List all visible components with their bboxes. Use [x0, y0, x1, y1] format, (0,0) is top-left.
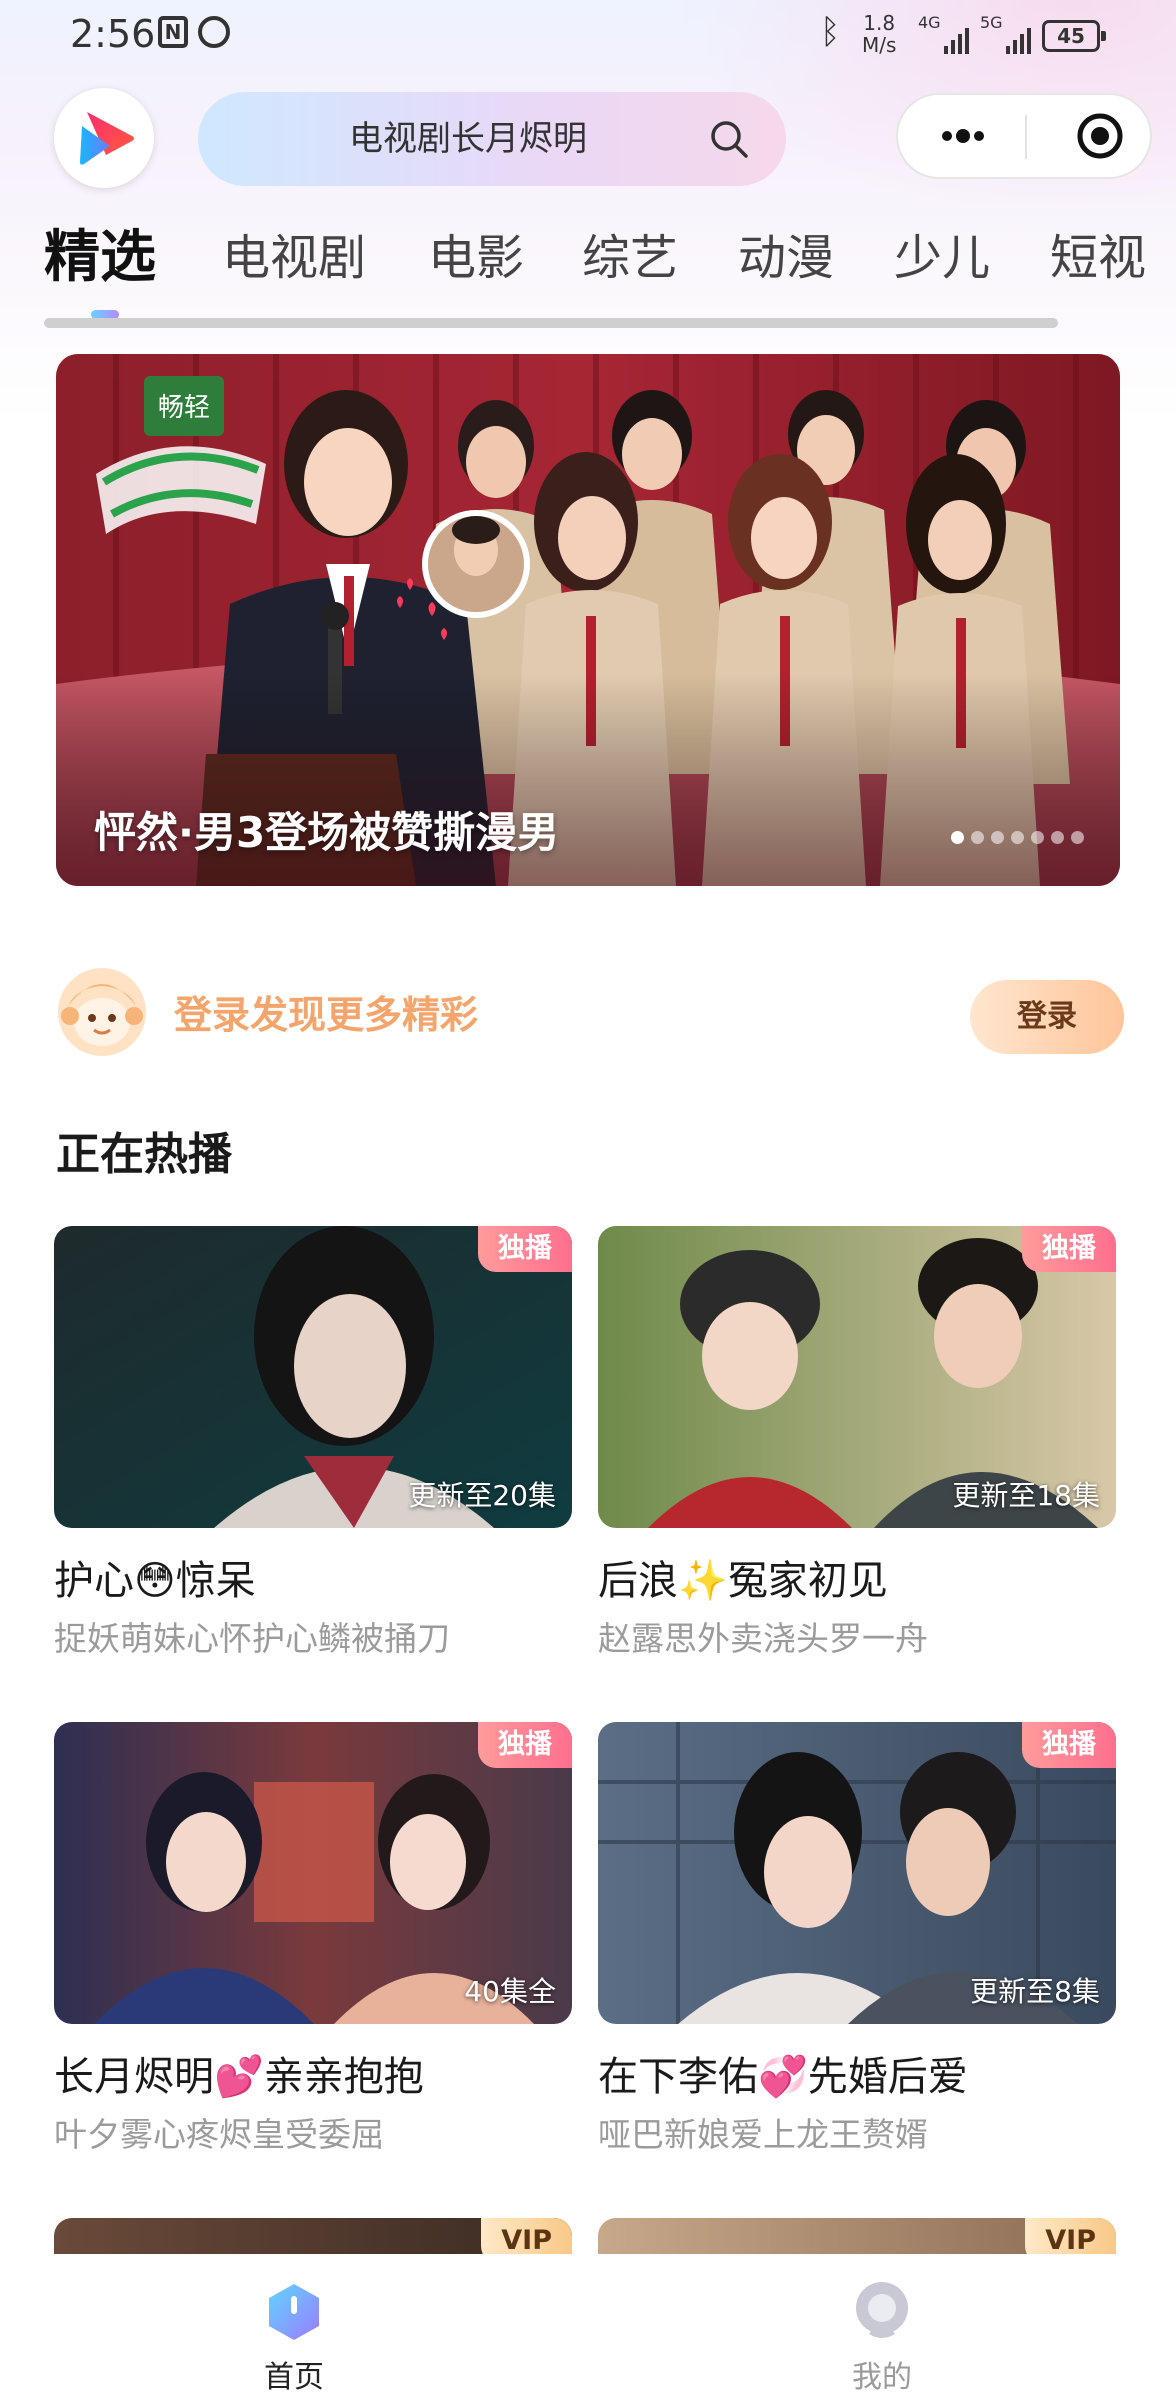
bottom-navigation: 首页 我的: [0, 2254, 1176, 2400]
network-speed-unit: M/s: [862, 33, 897, 57]
banner-title: 怦然·男3登场被赞撕漫男: [94, 808, 560, 857]
battery-icon: 45: [1042, 20, 1106, 52]
more-icon[interactable]: [918, 95, 1008, 177]
play-logo-icon: [80, 112, 134, 165]
network-speed-value: 1.8: [863, 11, 896, 35]
banner-pagination: [951, 831, 1084, 844]
banner-dot[interactable]: [991, 831, 1004, 844]
search-bar[interactable]: 电视剧长月烬明: [198, 92, 786, 186]
signal2-label: 5G: [980, 13, 1003, 32]
episode-status: 更新至18集: [952, 1479, 1100, 1512]
network-speed: 1.8 M/s: [862, 12, 896, 56]
exclusive-badge: 独播: [478, 1722, 572, 1768]
episode-status: 更新至20集: [408, 1479, 556, 1512]
profile-icon: [856, 2282, 908, 2338]
tab-anime[interactable]: 动漫: [738, 218, 834, 288]
tab-featured[interactable]: 精选: [44, 212, 156, 293]
video-title[interactable]: 在下李佑💞先婚后爱: [598, 2044, 968, 2102]
search-icon[interactable]: [708, 118, 750, 160]
nav-home-label: 首页: [264, 2360, 324, 2395]
app-logo[interactable]: [54, 88, 154, 188]
video-title[interactable]: 后浪✨冤家初见: [598, 1548, 888, 1606]
login-button[interactable]: 登录: [970, 980, 1124, 1054]
tab-movies[interactable]: 电影: [428, 218, 524, 288]
video-subtitle: 叶夕雾心疼烬皇受委屈: [54, 2115, 384, 2154]
login-prompt-text: 登录发现更多精彩: [174, 993, 479, 1037]
episode-status: 40集全: [464, 1975, 556, 2008]
capsule-divider: [1025, 115, 1027, 159]
close-target-icon[interactable]: [1060, 95, 1140, 177]
video-title[interactable]: 长月烬明💕亲亲抱抱: [54, 2044, 424, 2102]
login-prompt: 登录发现更多精彩 登录: [56, 966, 1124, 1062]
video-subtitle: 赵露思外卖浇头罗一舟: [598, 1619, 928, 1658]
bluetooth-icon: ᛒ: [820, 12, 841, 52]
video-thumbnail[interactable]: 独播 更新至20集: [54, 1226, 572, 1528]
tab-scrollbar[interactable]: [44, 318, 1058, 328]
video-thumbnail[interactable]: 独播 40集全: [54, 1722, 572, 2024]
banner-dot[interactable]: [951, 831, 964, 844]
exclusive-badge: 独播: [1022, 1722, 1116, 1768]
nav-profile[interactable]: 我的: [812, 2280, 952, 2395]
status-time: 2:56: [70, 12, 156, 56]
episode-status: 更新至8集: [970, 1975, 1100, 2008]
banner-dot[interactable]: [971, 831, 984, 844]
tab-variety[interactable]: 综艺: [582, 218, 678, 288]
video-card[interactable]: VIP: [54, 2218, 572, 2254]
video-subtitle: 捉妖萌妹心怀护心鳞被捅刀: [54, 1619, 450, 1658]
tab-kids[interactable]: 少儿: [894, 218, 990, 288]
video-card[interactable]: VIP: [598, 2218, 1116, 2254]
battery-level: 45: [1057, 24, 1085, 48]
banner-dot[interactable]: [1071, 831, 1084, 844]
hero-banner[interactable]: 畅轻 怦然·男3登场被赞撕漫男: [56, 354, 1120, 886]
video-thumbnail[interactable]: 独播 更新至18集: [598, 1226, 1116, 1528]
tab-tv-series[interactable]: 电视剧: [222, 218, 366, 288]
home-icon: [269, 2284, 319, 2340]
tab-short-video[interactable]: 短视: [1050, 218, 1146, 288]
exclusive-badge: 独播: [1022, 1226, 1116, 1272]
section-title-trending: 正在热播: [56, 1129, 232, 1180]
exclusive-badge: 独播: [478, 1226, 572, 1272]
mascot-avatar-icon: [58, 968, 146, 1056]
alarm-icon: [198, 16, 230, 48]
signal1-label: 4G: [918, 13, 941, 32]
vip-badge: VIP: [1025, 2218, 1116, 2254]
nfc-icon: N: [158, 16, 188, 48]
status-bar: 2:56 N ᛒ 1.8 M/s 4G 5G 45: [0, 0, 1176, 72]
signal-icon-sim2: 5G: [980, 14, 1036, 54]
vip-badge: VIP: [481, 2218, 572, 2254]
banner-dot[interactable]: [1051, 831, 1064, 844]
signal-icon-sim1: 4G: [918, 14, 974, 54]
video-thumbnail[interactable]: 独播 更新至8集: [598, 1722, 1116, 2024]
mini-program-capsule: [896, 93, 1152, 179]
video-thumbnail[interactable]: VIP: [598, 2218, 1116, 2254]
banner-dot[interactable]: [1011, 831, 1024, 844]
video-thumbnail[interactable]: VIP: [54, 2218, 572, 2254]
banner-dot[interactable]: [1031, 831, 1044, 844]
video-title[interactable]: 护心😳惊呆: [54, 1548, 256, 1606]
category-tabs: 精选 电视剧 电影 综艺 动漫 少儿 短视: [44, 218, 1176, 318]
nav-profile-label: 我的: [852, 2360, 912, 2395]
search-input[interactable]: 电视剧长月烬明: [198, 92, 738, 186]
nav-home[interactable]: 首页: [224, 2280, 364, 2395]
video-subtitle: 哑巴新娘爱上龙王赘婿: [598, 2115, 928, 2154]
